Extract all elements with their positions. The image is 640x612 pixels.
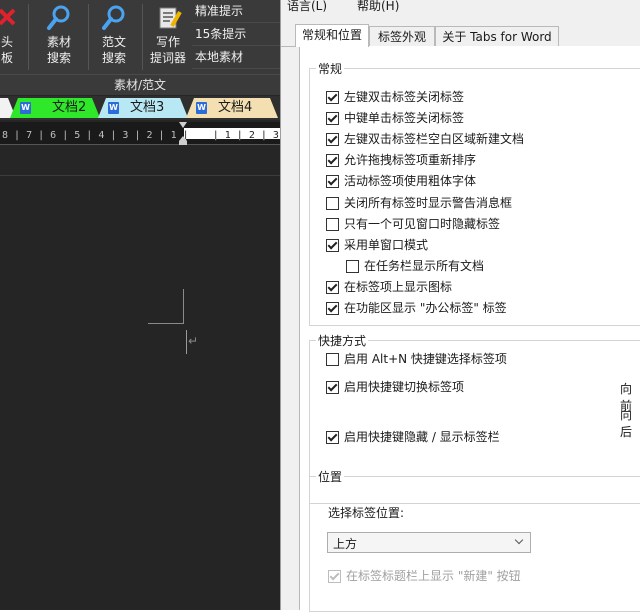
partial-ribbon-button[interactable]: 头 板 [0,0,22,72]
tab-tab-appearance[interactable]: 标签外观 [369,26,435,46]
ribbon-group-label: 素材/范文 [0,74,280,95]
word-doc-icon: W [197,103,206,112]
paragraph-mark-icon: ↵ [188,334,199,348]
sample-search-label-1: 范文 [101,35,126,49]
menu-language[interactable]: 语言(L) [287,0,327,14]
local-material-item[interactable]: 本地素材 [192,46,280,69]
checkbox-box [326,91,339,104]
word-doc-icon: W [21,103,30,112]
partial-button-label-1: 头 [0,35,13,49]
red-x-icon [0,4,22,32]
ribbon-prompt-list: 精准提示 15条提示 本地素材 [192,0,280,69]
general-option-label: 左键双击标签栏空白区域新建文档 [344,132,525,146]
document-tab-2-label: 文档2 [52,100,87,115]
checkbox-box [326,133,339,146]
material-search-button[interactable]: 素材 搜索 [34,0,84,72]
tab-position-label: 选择标签位置: [328,506,405,520]
writing-prompter-label-2: 提词器 [149,51,186,65]
word-doc-icon: W [109,103,118,112]
general-option-label: 中键单击标签关闭标签 [344,111,465,125]
checkbox-box [328,570,341,583]
sample-search-button[interactable]: 范文 搜索 [90,0,138,72]
word-window: 头 板 素材 搜索 范文 搜索 写作 提词器 精准提示 15条提示 本地素材 素… [0,0,280,610]
chevron-down-icon [514,535,524,545]
sample-search-label-2: 搜索 [101,51,126,65]
document-tab-bar: W 文档2 W 文档3 W 文档4 [0,96,280,120]
checkbox-box [326,281,339,294]
general-option-label: 左键双击标签关闭标签 [344,90,465,104]
checkbox-box [326,154,339,167]
ribbon-separator [28,4,29,70]
writing-prompter-button[interactable]: 写作 提词器 [144,0,192,72]
general-option-label: 活动标签项使用粗体字体 [344,174,477,188]
margin-crop-mark [183,289,184,324]
document-tab-4-label: 文档4 [218,100,253,115]
material-search-label-2: 搜索 [46,51,71,65]
shortcut-option-label: 启用 Alt+N 快捷键选择标签项 [344,352,507,366]
menu-help[interactable]: 帮助(H) [357,0,399,14]
checkbox-box [346,260,359,273]
show-new-button-label: 在标签标题栏上显示 "新建" 按钮 [346,569,521,583]
checkbox-box [326,175,339,188]
text-caret [186,330,187,354]
general-option-label: 采用单窗口模式 [344,238,429,252]
ribbon: 头 板 素材 搜索 范文 搜索 写作 提词器 精准提示 15条提示 本地素材 素… [0,0,280,95]
checkbox-box [326,112,339,125]
document-tab-3[interactable]: W 文档3 [98,98,188,118]
position-group-title: 位置 [316,468,345,485]
search-icon [43,4,75,32]
general-group-title: 常规 [316,60,345,77]
document-canvas[interactable] [0,175,280,610]
checkbox-box [326,302,339,315]
document-tab-4[interactable]: W 文档4 [186,98,278,118]
tab-position-value: 上方 [333,537,358,551]
options-dialog: 语言(L) 帮助(H) 常规和位置 标签外观 关于 Tabs for Word … [280,0,640,612]
margin-crop-mark [148,323,184,324]
tab-position-select[interactable]: 上方 [327,532,531,553]
tab-about[interactable]: 关于 Tabs for Word [435,26,559,46]
document-tab-3-label: 文档3 [130,100,165,115]
indent-marker[interactable] [178,122,188,146]
tab-general-position[interactable]: 常规和位置 [295,24,369,47]
fifteen-prompts-item[interactable]: 15条提示 [192,23,280,46]
writing-prompter-label-1: 写作 [155,35,180,49]
shortcut-option-label: 启用快捷键隐藏 / 显示标签栏 [344,430,500,444]
search-icon [98,4,130,32]
menu-bar: 语言(L) 帮助(H) [281,0,640,14]
general-option-label: 在任务栏显示所有文档 [364,259,485,273]
ribbon-separator [142,4,143,70]
document-pencil-icon [152,4,184,32]
dialog-tab-strip: 常规和位置 标签外观 关于 Tabs for Word [281,24,640,47]
checkbox-box [326,381,339,394]
general-option-label: 在标签项上显示图标 [344,280,453,294]
precise-prompt-item[interactable]: 精准提示 [192,0,280,23]
document-tab-2[interactable]: W 文档2 [10,98,100,118]
checkbox-box [326,353,339,366]
shortcut-option-label: 启用快捷键切换标签项 [344,380,465,394]
general-option-label: 在功能区显示 "办公标签" 标签 [344,301,507,315]
checkbox-box [326,197,339,210]
material-search-label-1: 素材 [46,35,71,49]
backward-label: 向后 [620,408,633,439]
partial-button-label-2: 板 [0,51,13,65]
general-option-label: 允许拖拽标签项重新排序 [344,153,477,167]
checkbox-box [326,218,339,231]
ribbon-separator [88,4,89,70]
general-position-pane: 常规 快捷方式 向前 向后 位置 选择标签位置: 上方 在标签标题栏上显示 "新… [299,46,640,612]
ruler-numbers-text: 8 | 7 | 6 | 5 | 4 | 3 | 2 | 1 | | 1 | 2 … [2,130,280,141]
ruler-numbers: 8 | 7 | 6 | 5 | 4 | 3 | 2 | 1 | | 1 | 2 … [2,127,280,141]
checkbox-box [326,431,339,444]
general-option-label: 关闭所有标签时显示警告消息框 [344,196,513,210]
general-option-label: 只有一个可见窗口时隐藏标签 [344,217,501,231]
checkbox-box [326,239,339,252]
shortcuts-group-title: 快捷方式 [316,332,369,349]
